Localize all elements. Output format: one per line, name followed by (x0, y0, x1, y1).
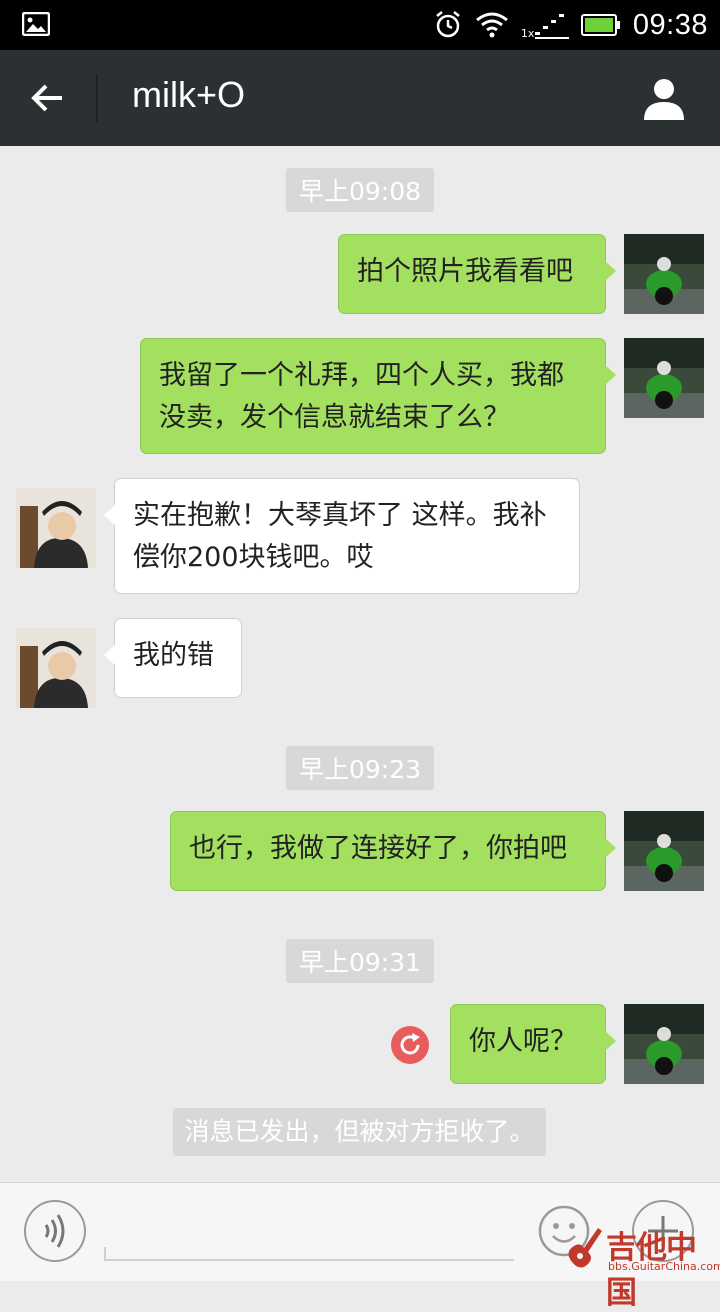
motorcycle-photo-icon (624, 234, 704, 314)
header-divider (96, 74, 98, 122)
signal-indicator: 1x (521, 10, 569, 40)
chat-header: milk+O (0, 50, 720, 146)
watermark-url: bbs.GuitarChina.com (608, 1260, 720, 1273)
input-underline (104, 1247, 514, 1261)
message-bubble-received[interactable]: 实在抱歉！大琴真坏了 这样。我补偿你200块钱吧。哎 (104, 478, 580, 594)
my-avatar[interactable] (624, 234, 704, 314)
site-watermark: 吉他中国 bbs.GuitarChina.com (562, 1220, 720, 1311)
status-bar: 1x 09:38 (0, 0, 720, 50)
message-bubble-sent[interactable]: 拍个照片我看看吧 (338, 234, 616, 314)
message-input[interactable] (110, 1207, 514, 1257)
motorcycle-photo-icon (624, 338, 704, 418)
message-list[interactable]: 早上09:08 拍个照片我看看吧 我留了一个礼拜，四个人买，我都没卖，发个信息就… (0, 146, 720, 1182)
timestamp: 早上09:23 (285, 746, 435, 790)
timestamp: 早上09:08 (285, 168, 435, 212)
message-bubble-sent-failed[interactable]: 你人呢？ (450, 1004, 616, 1084)
message-bubble-received[interactable]: 我的错 (104, 618, 242, 698)
alarm-icon (436, 11, 460, 38)
wifi-icon (475, 12, 508, 38)
status-time: 09:38 (632, 8, 708, 41)
voice-input-button[interactable] (24, 1200, 86, 1262)
back-arrow-icon[interactable] (28, 78, 68, 118)
my-avatar[interactable] (624, 338, 704, 418)
person-photo-icon (16, 488, 96, 568)
motorcycle-photo-icon (624, 1004, 704, 1084)
timestamp: 早上09:31 (285, 939, 435, 983)
contact-profile-icon[interactable] (642, 76, 686, 120)
voice-icon (44, 1214, 65, 1248)
message-bubble-sent[interactable]: 也行，我做了连接好了，你拍吧 (170, 811, 616, 891)
signal-icon (534, 14, 569, 39)
person-photo-icon (16, 628, 96, 708)
resend-icon[interactable] (390, 1025, 430, 1065)
chat-title: milk+O (132, 74, 246, 115)
battery-icon (580, 14, 620, 36)
rejected-notice: 消息已发出，但被对方拒收了。 (173, 1108, 546, 1156)
contact-avatar[interactable] (16, 628, 96, 708)
motorcycle-photo-icon (624, 811, 704, 891)
network-type: 1x (520, 27, 535, 40)
gallery-notification-icon (22, 12, 50, 36)
my-avatar[interactable] (624, 1004, 704, 1084)
contact-avatar[interactable] (16, 488, 96, 568)
my-avatar[interactable] (624, 811, 704, 891)
message-bubble-sent[interactable]: 我留了一个礼拜，四个人买，我都没卖，发个信息就结束了么？ (140, 338, 616, 454)
guitar-logo-icon (568, 1228, 602, 1268)
